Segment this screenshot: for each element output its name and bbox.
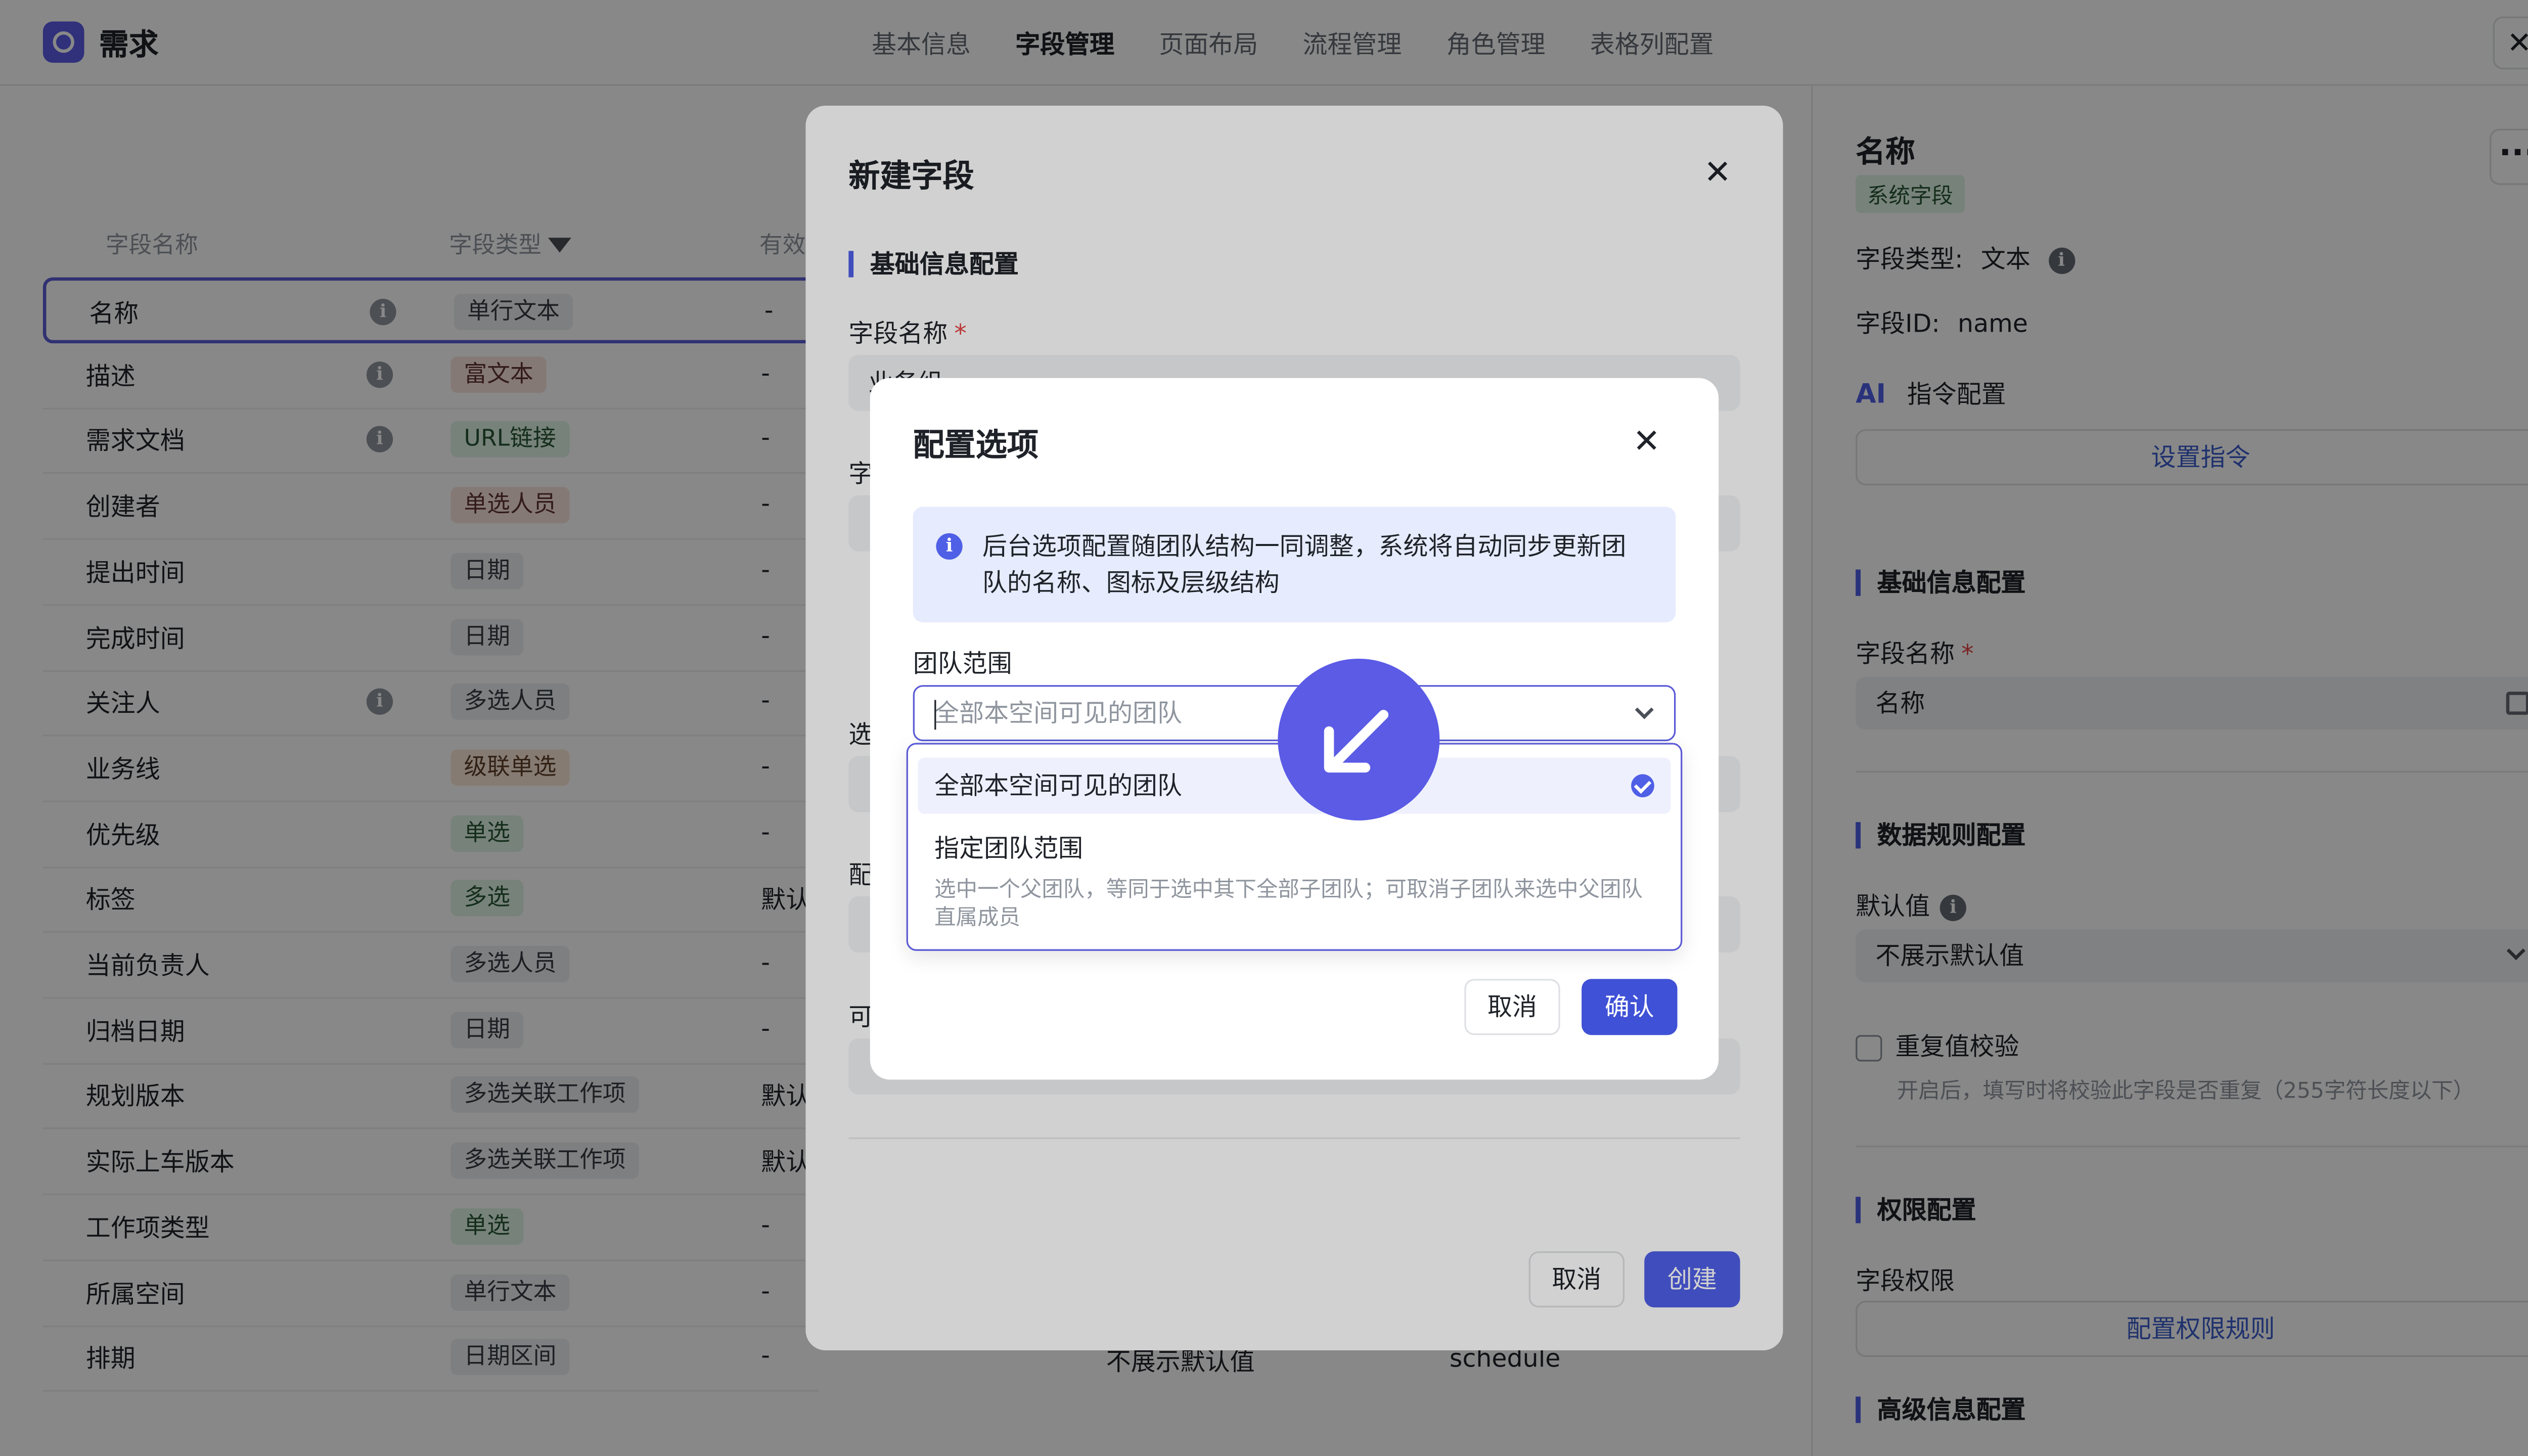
team-scope-label: 团队范围 bbox=[913, 649, 1012, 679]
select-placeholder: 全部本空间可见的团队 bbox=[934, 698, 1183, 728]
option-specified-teams[interactable]: 指定团队范围 bbox=[934, 830, 1083, 865]
dialog-title: 配置选项 bbox=[913, 427, 1039, 464]
notice-text: 后台选项配置随团队结构一同调整，系统将自动同步更新团队的名称、图标及层级结构 bbox=[982, 531, 1627, 598]
app-window: 需求 基本信息 字段管理 页面布局 流程管理 角色管理 表格列配置 ✕ 字段名称… bbox=[0, 0, 2528, 1456]
text-caret bbox=[934, 700, 936, 730]
close-icon[interactable]: ✕ bbox=[1633, 421, 1660, 461]
option-label: 全部本空间可见的团队 bbox=[934, 770, 1183, 801]
option-description: 选中一个父团队，等同于选中其下全部子团队；可取消子团队来选中父团队直属成员 bbox=[934, 878, 1643, 931]
cancel-button[interactable]: 取消 bbox=[1464, 979, 1560, 1035]
info-icon: i bbox=[936, 533, 963, 560]
info-notice: i 后台选项配置随团队结构一同调整，系统将自动同步更新团队的名称、图标及层级结构 bbox=[913, 507, 1676, 623]
cursor-arrow-icon bbox=[1278, 658, 1440, 821]
confirm-button[interactable]: 确认 bbox=[1582, 979, 1678, 1035]
chevron-down-icon bbox=[1635, 700, 1654, 719]
check-circle-icon bbox=[1631, 774, 1654, 798]
